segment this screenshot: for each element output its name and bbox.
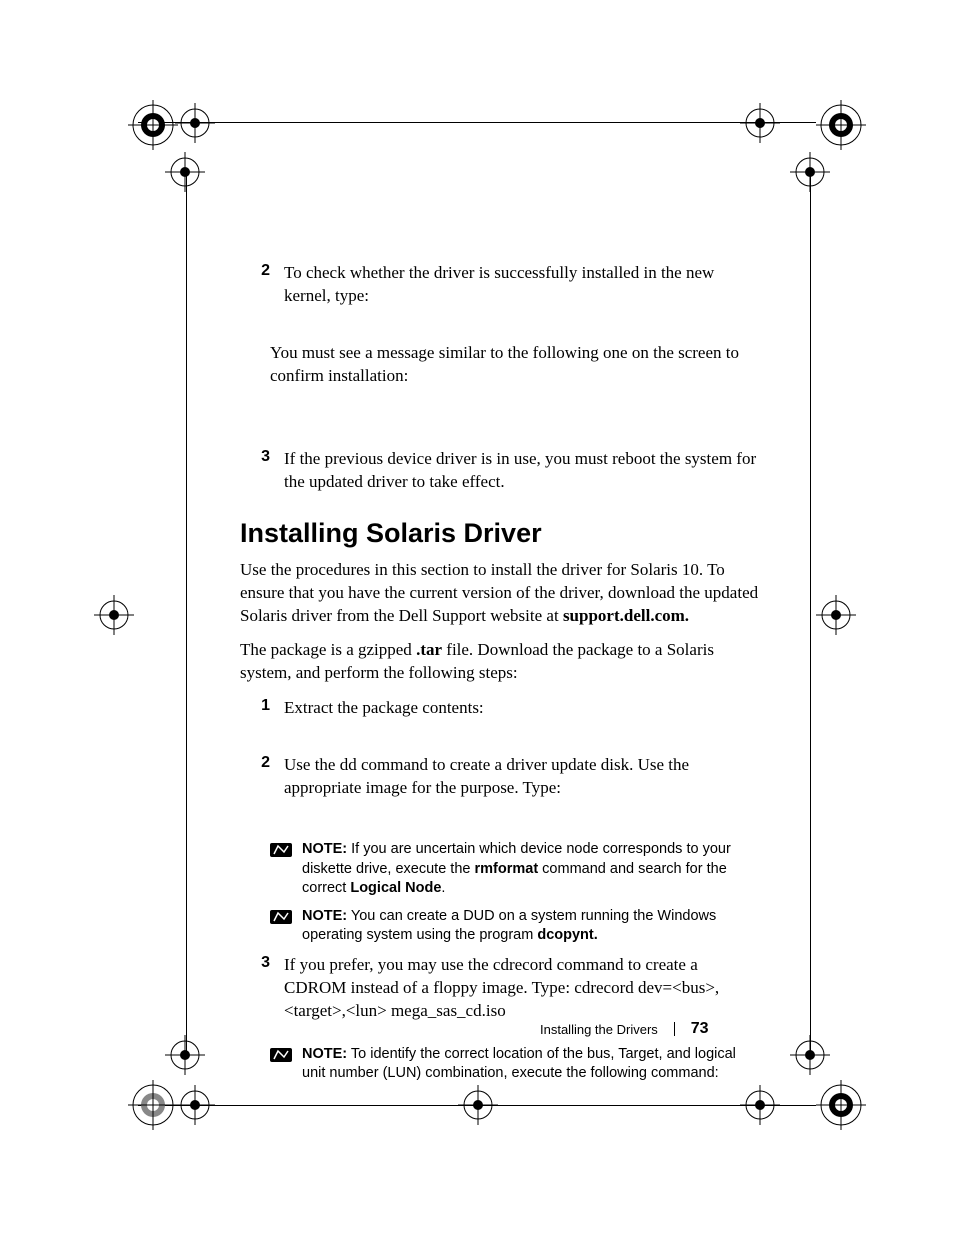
step-number: 2 xyxy=(240,754,284,804)
note-pencil-icon xyxy=(270,1046,294,1064)
note: NOTE: To identify the correct location o… xyxy=(270,1045,760,1084)
spacer xyxy=(240,822,760,834)
footer-divider xyxy=(674,1022,675,1036)
step-text: Use the dd command to create a driver up… xyxy=(284,754,760,800)
step-body: Extract the package contents: xyxy=(284,697,484,724)
inline-bold: rmformat xyxy=(475,861,539,877)
list-item: 3 If the previous device driver is in us… xyxy=(240,448,760,498)
step-number: 3 xyxy=(240,954,284,1027)
registration-mark-top-left-3 xyxy=(165,152,205,192)
inline-bold: .tar xyxy=(416,640,442,659)
list-item: 2 To check whether the driver is success… xyxy=(240,262,760,312)
note-text: NOTE: You can create a DUD on a system r… xyxy=(302,907,760,946)
paragraph: The package is a gzipped .tar file. Down… xyxy=(240,639,760,685)
step-continuation: You must see a message similar to the fo… xyxy=(270,342,760,388)
step-number: 3 xyxy=(240,448,284,498)
link-text: support.dell.com. xyxy=(563,606,689,625)
inline-bold: Logical Node xyxy=(350,880,441,896)
crop-line-left xyxy=(186,169,187,1059)
page-footer: Installing the Drivers 73 xyxy=(540,1020,709,1038)
registration-mark-bottom-left-3 xyxy=(165,1035,205,1075)
crop-line-top xyxy=(138,122,816,123)
registration-mark-bottom-left-2 xyxy=(175,1085,215,1125)
registration-mark-top-right-2 xyxy=(790,152,830,192)
paragraph-text: The package is a gzipped xyxy=(240,640,416,659)
note-block: NOTE: To identify the correct location o… xyxy=(270,1045,760,1084)
note-lead: NOTE: xyxy=(302,908,347,924)
registration-mark-top-right-3 xyxy=(816,100,866,150)
step-body: If the previous device driver is in use,… xyxy=(284,448,760,498)
registration-mark-top-left-2 xyxy=(175,103,215,143)
registration-mark-top-right-1 xyxy=(740,103,780,143)
registration-mark-mid-left xyxy=(94,595,134,635)
footer-title: Installing the Drivers xyxy=(540,1022,658,1037)
page-number: 73 xyxy=(691,1020,709,1038)
paragraph: Use the procedures in this section to in… xyxy=(240,559,760,628)
registration-mark-top-left-1 xyxy=(128,100,178,150)
list-item: 3 If you prefer, you may use the cdrecor… xyxy=(240,954,760,1027)
step-text: Extract the package contents: xyxy=(284,697,484,720)
list-item: 1 Extract the package contents: xyxy=(240,697,760,724)
inline-bold: dcopynt. xyxy=(537,927,597,943)
page-root: 2 To check whether the driver is success… xyxy=(0,0,954,1235)
note-segment: You can create a DUD on a system running… xyxy=(302,908,716,944)
section-heading: Installing Solaris Driver xyxy=(240,518,760,549)
step-text: If the previous device driver is in use,… xyxy=(284,448,760,494)
step-body: To check whether the driver is successfu… xyxy=(284,262,760,312)
note: NOTE: You can create a DUD on a system r… xyxy=(270,907,760,946)
note-segment: . xyxy=(441,880,445,896)
step-text: If you prefer, you may use the cdrecord … xyxy=(284,954,760,1023)
note-pencil-icon xyxy=(270,841,294,859)
registration-mark-bottom-right-3 xyxy=(816,1080,866,1130)
registration-mark-bottom-left-1 xyxy=(128,1080,178,1130)
step-number: 1 xyxy=(240,697,284,724)
spacer xyxy=(240,742,760,754)
registration-mark-bottom-right-2 xyxy=(790,1035,830,1075)
step-body: Use the dd command to create a driver up… xyxy=(284,754,760,804)
note-segment: To identify the correct location of the … xyxy=(302,1046,736,1082)
content-column: 2 To check whether the driver is success… xyxy=(240,262,760,1092)
spacer xyxy=(240,418,760,448)
note-text: NOTE: To identify the correct location o… xyxy=(302,1045,760,1084)
note-block: NOTE: If you are uncertain which device … xyxy=(270,840,760,946)
step-text: To check whether the driver is successfu… xyxy=(284,262,760,308)
note: NOTE: If you are uncertain which device … xyxy=(270,840,760,899)
note-text: NOTE: If you are uncertain which device … xyxy=(302,840,760,899)
note-lead: NOTE: xyxy=(302,841,347,857)
list-item: 2 Use the dd command to create a driver … xyxy=(240,754,760,804)
note-lead: NOTE: xyxy=(302,1046,347,1062)
registration-mark-mid-right xyxy=(816,595,856,635)
step-body: If you prefer, you may use the cdrecord … xyxy=(284,954,760,1027)
crop-line-right xyxy=(810,169,811,1059)
note-pencil-icon xyxy=(270,908,294,926)
step-number: 2 xyxy=(240,262,284,312)
